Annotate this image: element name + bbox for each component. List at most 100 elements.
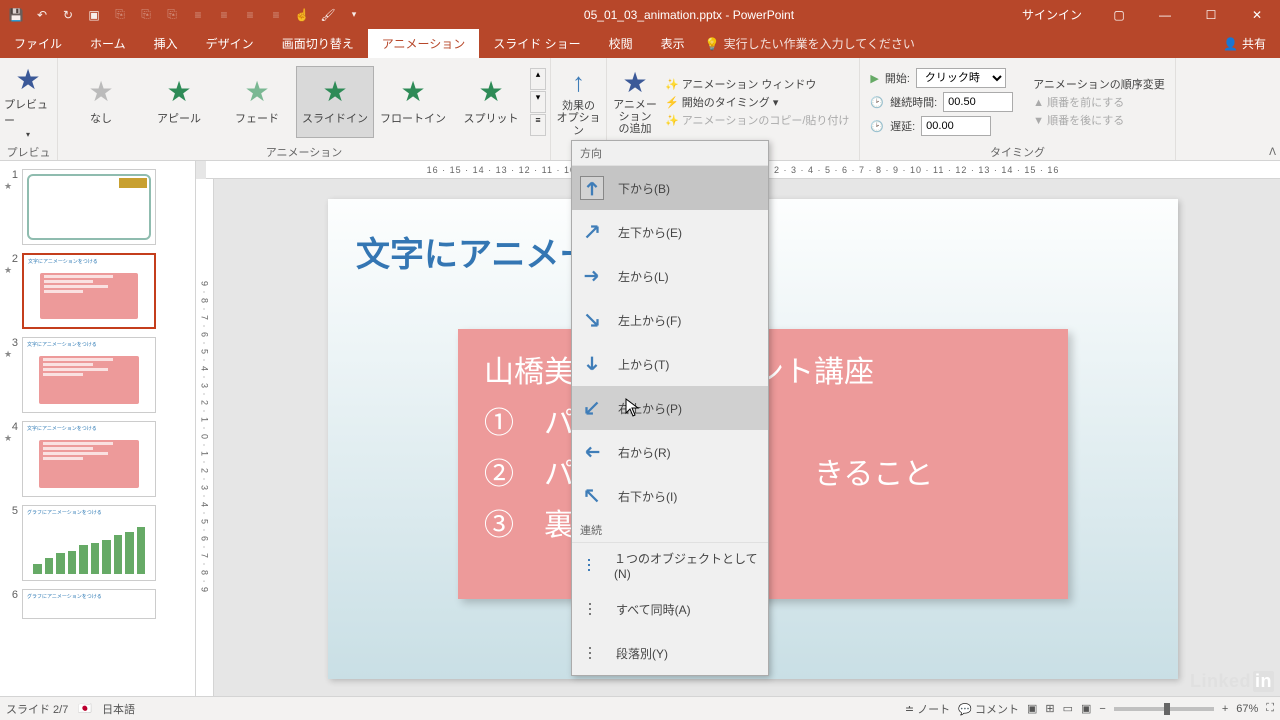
- menu-design[interactable]: デザイン: [192, 29, 268, 58]
- anim-appear[interactable]: ★アピール: [140, 66, 218, 138]
- qat-btn-7[interactable]: ⎘: [160, 3, 184, 27]
- dropdown-section-sequence: 連続: [572, 518, 768, 543]
- menu-view[interactable]: 表示: [647, 29, 699, 58]
- comments-button[interactable]: 💬 コメント: [958, 701, 1019, 717]
- share-icon: 👤: [1223, 37, 1238, 51]
- close-icon[interactable]: ✕: [1234, 0, 1280, 29]
- qat-btn-10[interactable]: ≡: [238, 3, 262, 27]
- play-icon: ▶: [870, 72, 878, 85]
- thumb-5[interactable]: 5 グラフにアニメーションをつける: [0, 497, 195, 581]
- gallery-down-icon[interactable]: ▾: [530, 91, 546, 113]
- menu-transitions[interactable]: 画面切り替え: [268, 29, 368, 58]
- clock-icon: 🕑: [870, 96, 884, 109]
- anim-floatin[interactable]: ★フロートイン: [374, 66, 452, 138]
- effect-options-button[interactable]: ↑ 効果の オプション: [555, 66, 602, 138]
- sorter-view-icon[interactable]: ⊞: [1045, 702, 1054, 715]
- reorder-title: アニメーションの順序変更: [1033, 76, 1165, 92]
- language-button[interactable]: 日本語: [102, 701, 135, 717]
- menu-insert[interactable]: 挿入: [140, 29, 192, 58]
- undo-icon[interactable]: ↶: [30, 3, 54, 27]
- normal-view-icon[interactable]: ▣: [1027, 702, 1037, 715]
- menu-home[interactable]: ホーム: [76, 29, 140, 58]
- add-animation-button[interactable]: ★ アニメーション の追加: [611, 66, 659, 138]
- anim-split[interactable]: ★スプリット: [452, 66, 530, 138]
- minimize-icon[interactable]: —: [1142, 0, 1188, 29]
- thumb-6[interactable]: 6 グラフにアニメーションをつける: [0, 581, 195, 619]
- fit-window-icon[interactable]: ⛶: [1266, 702, 1274, 715]
- duration-input[interactable]: [943, 92, 1013, 112]
- thumb-1[interactable]: 1★: [0, 161, 195, 245]
- zoom-slider[interactable]: [1114, 707, 1214, 711]
- statusbar: スライド 2/7 🇯🇵 日本語 ≐ ノート 💬 コメント ▣ ⊞ ▭ ▣ − +…: [0, 696, 1280, 720]
- notes-button[interactable]: ≐ ノート: [905, 701, 950, 717]
- qat-btn-5[interactable]: ⎘: [108, 3, 132, 27]
- lang-icon: 🇯🇵: [78, 702, 92, 715]
- zoom-level[interactable]: 67%: [1236, 703, 1258, 715]
- preview-button[interactable]: ★ プレビュー ▾: [4, 66, 52, 138]
- clock-icon: 🕑: [870, 120, 884, 133]
- animation-painter-button[interactable]: ✨ アニメーションのコピー/貼り付け: [665, 112, 849, 128]
- dd-from-left[interactable]: 左から(L): [572, 254, 768, 298]
- zoom-out-icon[interactable]: −: [1099, 703, 1105, 715]
- slide-thumbnails: 1★ 2★ 文字にアニメーションをつける 3★ 文字にアニメーションをつける 4…: [0, 161, 196, 696]
- move-earlier-button[interactable]: ▲ 順番を前にする: [1033, 94, 1165, 110]
- menu-review[interactable]: 校閲: [595, 29, 647, 58]
- timing-group-label: タイミング: [864, 144, 1170, 160]
- anim-flyin[interactable]: ★スライドイン: [296, 66, 374, 138]
- menu-file[interactable]: ファイル: [0, 29, 76, 58]
- anim-none[interactable]: ★なし: [62, 66, 140, 138]
- anim-fade[interactable]: ★フェード: [218, 66, 296, 138]
- add-star-icon: ★: [622, 69, 647, 97]
- tell-me-input[interactable]: 💡実行したい作業を入力してください: [705, 29, 915, 58]
- qat-btn-6[interactable]: ⎘: [134, 3, 158, 27]
- star-icon: ★: [88, 78, 113, 106]
- dd-from-top-left[interactable]: 左上から(F): [572, 298, 768, 342]
- qat-btn-11[interactable]: ≡: [264, 3, 288, 27]
- preview-group-label: プレビュー: [4, 144, 53, 160]
- share-button[interactable]: 👤共有: [1209, 29, 1280, 58]
- menu-slideshow[interactable]: スライド ショー: [479, 29, 594, 58]
- signin-button[interactable]: サインイン: [1008, 6, 1096, 23]
- gallery-more-icon[interactable]: ≡: [530, 114, 546, 136]
- dd-as-one-object[interactable]: １つのオブジェクトとして(N): [572, 543, 768, 587]
- menu-animations[interactable]: アニメーション: [368, 29, 480, 58]
- maximize-icon[interactable]: ☐: [1188, 0, 1234, 29]
- ribbon-display-icon[interactable]: ▢: [1096, 0, 1142, 29]
- thumb-4[interactable]: 4★ 文字にアニメーションをつける: [0, 413, 195, 497]
- redo-icon[interactable]: ↻: [56, 3, 80, 27]
- start-icon[interactable]: ▣: [82, 3, 106, 27]
- qat-btn-8[interactable]: ≡: [186, 3, 210, 27]
- animation-pane-button[interactable]: ✨ アニメーション ウィンドウ: [665, 76, 849, 92]
- window-title: 05_01_03_animation.pptx - PowerPoint: [370, 8, 1008, 22]
- move-later-button[interactable]: ▼ 順番を後にする: [1033, 112, 1165, 128]
- dd-from-top[interactable]: 上から(T): [572, 342, 768, 386]
- touch-mode-icon[interactable]: ☝: [290, 3, 314, 27]
- collapse-ribbon-icon[interactable]: ᐱ: [1269, 147, 1276, 158]
- gallery-up-icon[interactable]: ▴: [530, 68, 546, 90]
- reading-view-icon[interactable]: ▭: [1063, 702, 1073, 715]
- animation-group-label: アニメーション: [62, 144, 546, 160]
- slideshow-view-icon[interactable]: ▣: [1081, 702, 1091, 715]
- dd-by-paragraph[interactable]: 段落別(Y): [572, 631, 768, 675]
- qat-btn-9[interactable]: ≡: [212, 3, 236, 27]
- dd-from-bottom[interactable]: 下から(B): [572, 166, 768, 210]
- dd-from-right[interactable]: 右から(R): [572, 430, 768, 474]
- dd-from-bottom-right[interactable]: 右下から(I): [572, 474, 768, 518]
- brush-icon[interactable]: 🖌: [316, 3, 340, 27]
- dd-from-bottom-left[interactable]: 左下から(E): [572, 210, 768, 254]
- titlebar: 💾 ↶ ↻ ▣ ⎘ ⎘ ⎘ ≡ ≡ ≡ ≡ ☝ 🖌 ▾ 05_01_03_ani…: [0, 0, 1280, 29]
- star-icon: ★: [322, 78, 347, 106]
- save-icon[interactable]: 💾: [4, 3, 28, 27]
- dd-all-at-once[interactable]: すべて同時(A): [572, 587, 768, 631]
- qat-more-icon[interactable]: ▾: [342, 3, 366, 27]
- thumb-3[interactable]: 3★ 文字にアニメーションをつける: [0, 329, 195, 413]
- zoom-in-icon[interactable]: +: [1222, 703, 1228, 715]
- title-right: サインイン ▢ — ☐ ✕: [1008, 0, 1280, 29]
- star-icon: ★: [166, 78, 191, 106]
- delay-input[interactable]: [921, 116, 991, 136]
- dd-from-top-right[interactable]: 右上から(P): [572, 386, 768, 430]
- start-select[interactable]: クリック時: [916, 68, 1006, 88]
- slide-counter[interactable]: スライド 2/7: [6, 701, 68, 717]
- thumb-2[interactable]: 2★ 文字にアニメーションをつける: [0, 245, 195, 329]
- trigger-button[interactable]: ⚡ 開始のタイミング ▾: [665, 94, 849, 110]
